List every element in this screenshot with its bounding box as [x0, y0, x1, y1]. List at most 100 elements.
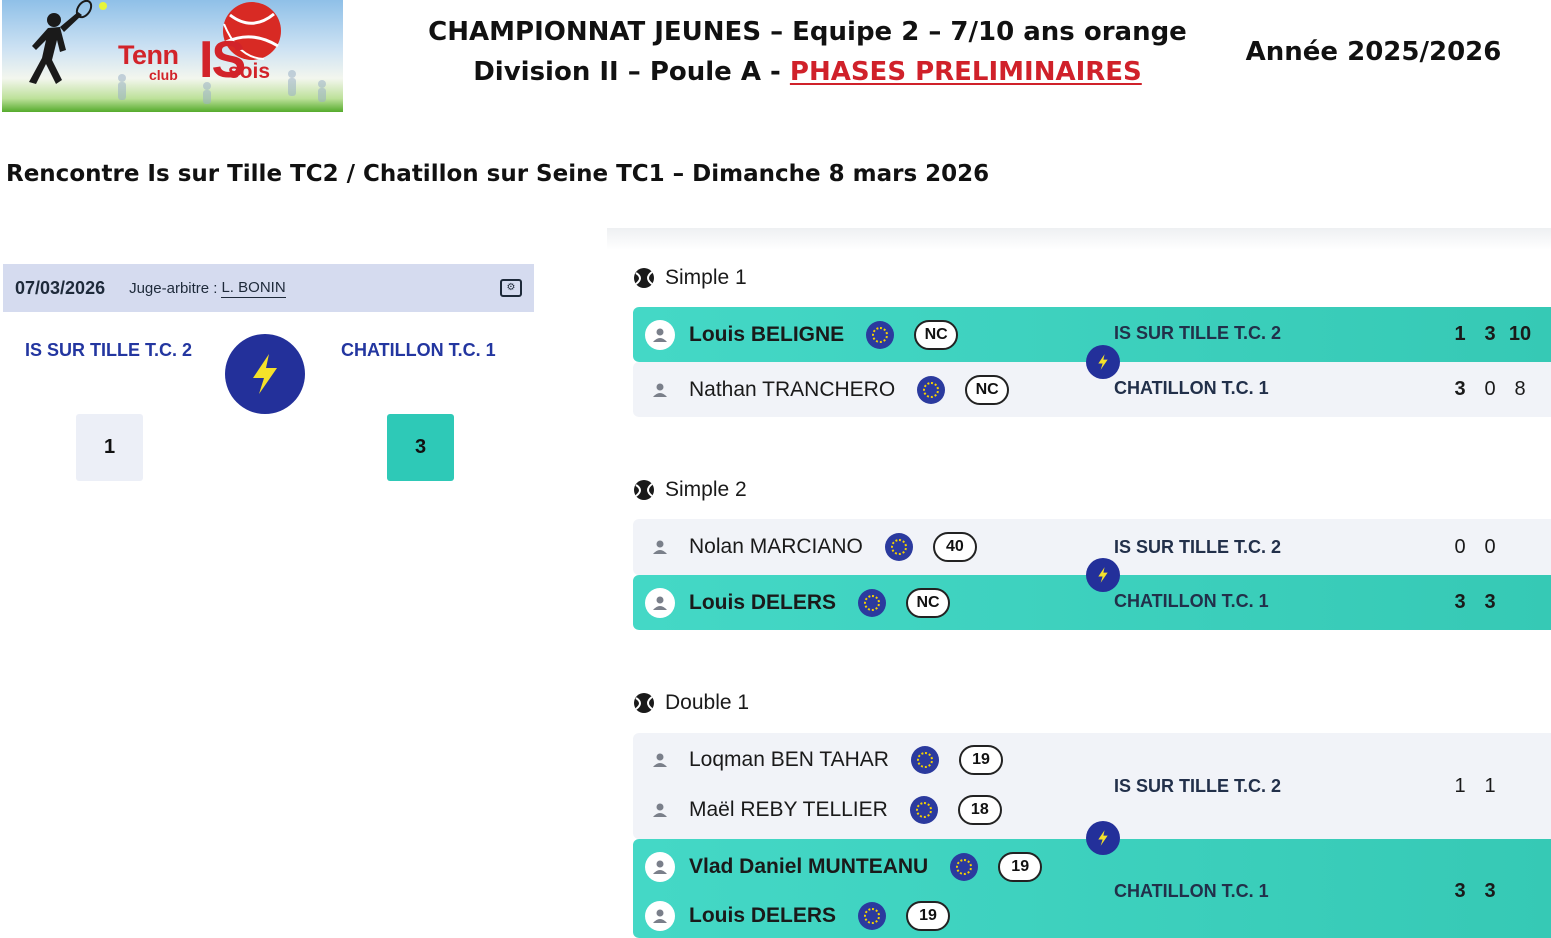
user-icon [645, 795, 675, 825]
user-icon [645, 852, 675, 882]
club-name: IS SUR TILLE T.C. 2 [1114, 776, 1282, 796]
player-name[interactable]: Nolan MARCIANO [689, 535, 863, 559]
user-icon [645, 375, 675, 405]
lightning-icon [225, 334, 305, 414]
set-score: 3 [1484, 880, 1496, 902]
ranking-badge: 19 [906, 901, 951, 931]
logo-text-sois: sois [228, 60, 271, 83]
set-score: 3 [1454, 378, 1466, 400]
club-name: CHATILLON T.C. 1 [1114, 378, 1269, 398]
player-name[interactable]: Louis DELERS [689, 591, 836, 615]
judge-label: Juge-arbitre : [129, 279, 218, 297]
player-entry: Louis DELERS NC [645, 585, 951, 621]
set-scores: 1 1 [1445, 775, 1505, 798]
eu-flag-icon [858, 902, 887, 930]
set-score: 3 [1484, 323, 1496, 345]
match-row-home[interactable]: Loqman BEN TAHAR 19 Maël REBY TELLIER 18… [633, 733, 1551, 839]
match-title: Simple 1 [665, 266, 747, 289]
player-name[interactable]: Louis DELERS [689, 904, 836, 928]
player-name[interactable]: Nathan TRANCHERO [689, 378, 895, 402]
set-scores: 3 0 8 [1445, 378, 1535, 401]
user-icon [645, 532, 675, 562]
player-entry: Louis DELERS 19 [645, 898, 951, 934]
set-score: 3 [1484, 591, 1496, 613]
lightning-icon [1086, 345, 1120, 379]
match-list-panel: Simple 1 Louis BELIGNE NC IS SUR TILLE T… [607, 228, 1551, 938]
match-title: Simple 2 [665, 478, 747, 501]
player-name[interactable]: Loqman BEN TAHAR [689, 748, 889, 772]
set-score: 1 [1454, 775, 1466, 797]
player-entry: Nolan MARCIANO 40 [645, 529, 977, 565]
user-icon [645, 745, 675, 775]
player-entry: Nathan TRANCHERO NC [645, 372, 1010, 408]
lightning-icon [1086, 558, 1120, 592]
eu-flag-icon [909, 796, 938, 824]
phase-label: PHASES PRELIMINAIRES [789, 57, 1142, 87]
set-score: 3 [1454, 591, 1466, 613]
user-icon [645, 320, 675, 350]
match-header-simple2: Simple 2 [633, 478, 747, 502]
match-date: 07/03/2026 [15, 277, 106, 298]
set-score: 8 [1514, 378, 1526, 400]
ranking-badge: NC [965, 375, 1010, 405]
ranking-badge: NC [906, 588, 951, 618]
player-name[interactable]: Maël REBY TELLIER [689, 798, 888, 822]
set-score: 1 [1484, 775, 1496, 797]
eu-flag-icon [910, 746, 939, 774]
logo-text-club: club [149, 67, 178, 83]
set-score: 10 [1508, 323, 1532, 345]
club-name: IS SUR TILLE T.C. 2 [1114, 537, 1282, 557]
user-icon [645, 901, 675, 931]
away-team-score: 3 [387, 414, 454, 481]
eu-flag-icon [858, 589, 887, 617]
away-team-name[interactable]: CHATILLON T.C. 1 [341, 340, 496, 361]
set-scores: 0 0 [1445, 536, 1505, 559]
home-team-name[interactable]: IS SUR TILLE T.C. 2 [25, 340, 192, 361]
eu-flag-icon [866, 321, 895, 349]
eu-flag-icon [917, 376, 946, 404]
championship-title: CHAMPIONNAT JEUNES – Equipe 2 – 7/10 ans… [428, 17, 1187, 47]
set-score: 0 [1454, 536, 1466, 558]
set-scores: 1 3 10 [1445, 323, 1535, 346]
club-logo: Tenn club IS sois [2, 0, 343, 112]
club-name: IS SUR TILLE T.C. 2 [1114, 323, 1282, 343]
user-icon [645, 588, 675, 618]
ranking-badge: 19 [958, 745, 1003, 775]
ranking-badge: NC [914, 320, 959, 350]
set-score: 3 [1454, 880, 1466, 902]
set-scores: 3 3 [1445, 591, 1505, 614]
set-scores: 3 3 [1445, 880, 1505, 903]
ranking-badge: 40 [932, 532, 977, 562]
result-card-header: 07/03/2026 Juge-arbitre : L. BONIN ⚙ [3, 264, 534, 312]
match-title: Double 1 [665, 691, 750, 714]
ranking-badge: 19 [998, 852, 1043, 882]
player-entry: Louis BELIGNE NC [645, 317, 959, 353]
division-title: Division II – Poule A - PHASES PRELIMINA… [390, 57, 1225, 87]
ranking-badge: 18 [957, 795, 1002, 825]
lightning-icon [1086, 821, 1120, 855]
tennis-ball-icon [634, 268, 654, 288]
player-name[interactable]: Vlad Daniel MUNTEANU [689, 855, 928, 879]
club-name: CHATILLON T.C. 1 [1114, 591, 1269, 611]
player-entry: Maël REBY TELLIER 18 [645, 792, 1002, 828]
settings-icon[interactable]: ⚙ [500, 279, 522, 297]
set-score: 0 [1484, 536, 1496, 558]
result-card: 07/03/2026 Juge-arbitre : L. BONIN ⚙ IS … [3, 264, 534, 500]
home-team-score: 1 [76, 414, 143, 481]
match-row-away[interactable]: Vlad Daniel MUNTEANU 19 Louis DELERS 19 … [633, 839, 1551, 938]
club-name: CHATILLON T.C. 1 [1114, 881, 1269, 901]
eu-flag-icon [950, 853, 979, 881]
encounter-title: Rencontre Is sur Tille TC2 / Chatillon s… [6, 161, 990, 187]
match-header-simple1: Simple 1 [633, 266, 747, 290]
eu-flag-icon [884, 533, 913, 561]
player-name[interactable]: Louis BELIGNE [689, 323, 844, 347]
set-score: 0 [1484, 378, 1496, 400]
set-score: 1 [1454, 323, 1466, 345]
player-entry: Vlad Daniel MUNTEANU 19 [645, 849, 1043, 885]
tennis-ball-icon [634, 480, 654, 500]
division-label: Division II – Poule A - [473, 57, 790, 87]
player-entry: Loqman BEN TAHAR 19 [645, 742, 1003, 778]
judge-name-link[interactable]: L. BONIN [221, 279, 286, 298]
match-header-double1: Double 1 [633, 691, 749, 715]
season-label: Année 2025/2026 [1245, 37, 1502, 67]
